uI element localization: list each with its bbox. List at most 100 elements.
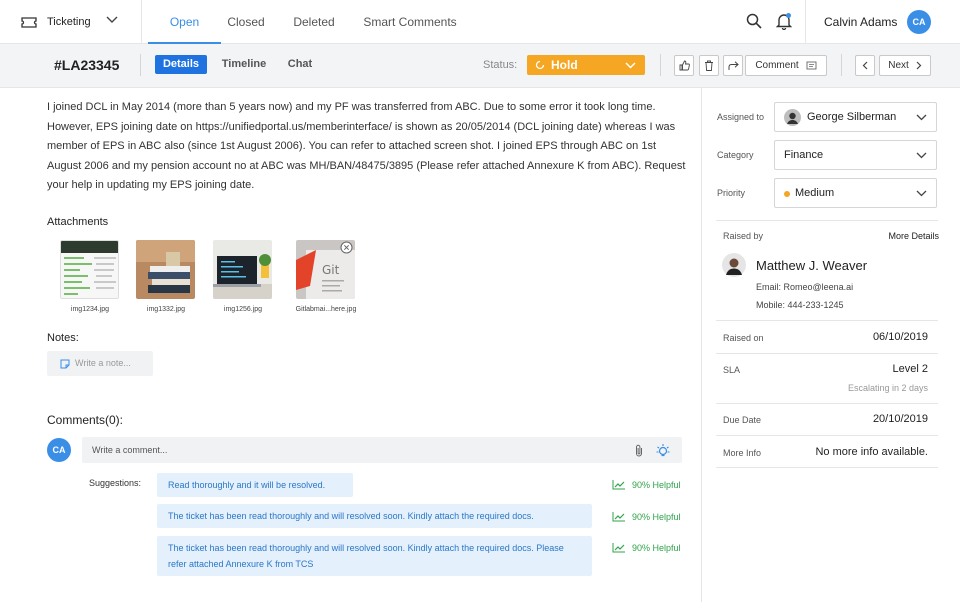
notes-heading: Notes: bbox=[47, 332, 79, 344]
bulb-icon[interactable] bbox=[655, 442, 671, 458]
trend-up-icon bbox=[612, 543, 625, 553]
app-switcher[interactable]: Ticketing bbox=[0, 0, 142, 44]
chevron-right-icon bbox=[916, 61, 922, 70]
chevron-down-icon bbox=[916, 114, 927, 121]
due-date-label: Due Date bbox=[723, 415, 762, 425]
divider bbox=[716, 467, 938, 468]
comments-heading: Comments(0): bbox=[47, 413, 124, 427]
attachment-thumbnail[interactable] bbox=[213, 240, 272, 299]
priority-label: Priority bbox=[717, 188, 746, 198]
priority-value: Medium bbox=[795, 187, 835, 199]
remove-attachment-icon[interactable] bbox=[340, 241, 353, 254]
divider bbox=[716, 220, 938, 221]
subtab-timeline[interactable]: Timeline bbox=[217, 55, 271, 74]
helpful-label: 90% Helpful bbox=[632, 542, 681, 553]
ticket-icon bbox=[21, 16, 37, 28]
delete-button[interactable] bbox=[699, 55, 719, 76]
helpful-label: 90% Helpful bbox=[632, 511, 681, 522]
chevron-down-icon bbox=[916, 152, 927, 159]
books-image bbox=[136, 240, 195, 299]
thumbs-up-icon bbox=[679, 60, 690, 71]
raiser-name: Matthew J. Weaver bbox=[756, 258, 868, 273]
user-name[interactable]: Calvin Adams bbox=[824, 0, 897, 44]
priority-dot-icon bbox=[784, 191, 790, 197]
laptop-image bbox=[213, 240, 272, 299]
next-button[interactable]: Next bbox=[879, 55, 931, 76]
screenshot-image bbox=[61, 241, 118, 298]
sla-value: Level 2 bbox=[892, 363, 928, 375]
attachment-thumbnail[interactable] bbox=[60, 240, 119, 299]
comment-placeholder: Write a comment... bbox=[92, 445, 168, 455]
category-label: Category bbox=[717, 150, 754, 160]
divider bbox=[660, 54, 661, 76]
comment-button-label: Comment bbox=[755, 60, 799, 71]
more-info-label: More Info bbox=[723, 448, 762, 458]
attachment-thumbnail[interactable] bbox=[136, 240, 195, 299]
thumbs-up-button[interactable] bbox=[674, 55, 694, 76]
app-name: Ticketing bbox=[47, 16, 91, 28]
sla-note: Escalating in 2 days bbox=[847, 383, 928, 393]
assignee-dropdown[interactable]: George Silberman bbox=[774, 102, 937, 132]
ticket-description: I joined DCL in May 2014 (more than 5 ye… bbox=[47, 101, 686, 191]
avatar bbox=[722, 253, 746, 277]
status-label: Status: bbox=[483, 59, 518, 71]
divider bbox=[716, 403, 938, 404]
due-date-value: 20/10/2019 bbox=[872, 413, 928, 425]
avatar: CA bbox=[47, 438, 71, 462]
ticket-id: #LA23345 bbox=[54, 57, 120, 73]
attachment-icon[interactable] bbox=[635, 444, 643, 457]
divider bbox=[716, 320, 938, 321]
tab-deleted[interactable]: Deleted bbox=[285, 0, 343, 44]
note-icon bbox=[60, 359, 70, 369]
previous-button[interactable] bbox=[855, 55, 875, 76]
comment-button[interactable]: Comment bbox=[745, 55, 827, 76]
divider bbox=[716, 435, 938, 436]
chevron-down-icon bbox=[916, 190, 927, 197]
status-dropdown[interactable]: Hold bbox=[527, 55, 645, 75]
priority-dropdown[interactable]: Medium bbox=[774, 178, 937, 208]
next-button-label: Next bbox=[888, 60, 909, 71]
raised-by-label: Raised by bbox=[723, 231, 764, 241]
forward-button[interactable] bbox=[723, 55, 743, 76]
more-info-value: No more info available. bbox=[815, 446, 928, 458]
refresh-icon bbox=[535, 60, 545, 70]
divider bbox=[716, 353, 938, 354]
subtab-details[interactable]: Details bbox=[155, 55, 207, 74]
suggestion-chip[interactable]: The ticket has been read thoroughly and … bbox=[157, 504, 592, 528]
raised-on-label: Raised on bbox=[723, 333, 764, 343]
comment-icon bbox=[806, 61, 817, 69]
avatar[interactable]: CA bbox=[907, 10, 931, 34]
sla-label: SLA bbox=[723, 365, 741, 375]
tab-open[interactable]: Open bbox=[148, 0, 221, 44]
chevron-down-icon bbox=[625, 62, 636, 69]
divider bbox=[841, 54, 842, 76]
suggestion-chip[interactable]: The ticket has been read thoroughly and … bbox=[157, 536, 592, 576]
tab-smart-comments[interactable]: Smart Comments bbox=[358, 0, 462, 44]
note-input[interactable]: Write a note... bbox=[47, 351, 153, 376]
assignee-name: George Silberman bbox=[807, 111, 897, 123]
trend-up-icon bbox=[612, 512, 625, 522]
trend-up-icon bbox=[612, 480, 625, 490]
category-dropdown[interactable]: Finance bbox=[774, 140, 937, 170]
bell-icon[interactable] bbox=[776, 12, 792, 30]
search-icon[interactable] bbox=[746, 13, 762, 29]
status-value: Hold bbox=[551, 58, 578, 72]
attachment-name: Gitlabmai...here.jpg bbox=[295, 306, 357, 313]
more-details-link[interactable]: More Details bbox=[860, 231, 939, 241]
divider bbox=[701, 88, 702, 602]
tab-closed[interactable]: Closed bbox=[221, 0, 271, 44]
divider bbox=[805, 0, 806, 44]
ticket-toolbar: #LA23345 Details Timeline Chat Status: H… bbox=[0, 44, 960, 88]
assignee-avatar bbox=[784, 109, 801, 126]
note-placeholder: Write a note... bbox=[75, 358, 131, 368]
suggestions-label: Suggestions: bbox=[89, 478, 142, 488]
attachment-name: img1256.jpg bbox=[223, 306, 263, 313]
subtab-chat[interactable]: Chat bbox=[282, 55, 318, 74]
comment-input[interactable]: Write a comment... bbox=[82, 437, 682, 463]
svg-text:Git: Git bbox=[322, 263, 340, 277]
suggestion-chip[interactable]: Read thoroughly and it will be resolved. bbox=[157, 473, 353, 497]
forward-icon bbox=[728, 60, 739, 70]
raised-on-value: 06/10/2019 bbox=[872, 331, 928, 343]
helpful-indicator: 90% Helpful bbox=[612, 511, 681, 522]
attachments-heading: Attachments bbox=[47, 216, 109, 228]
